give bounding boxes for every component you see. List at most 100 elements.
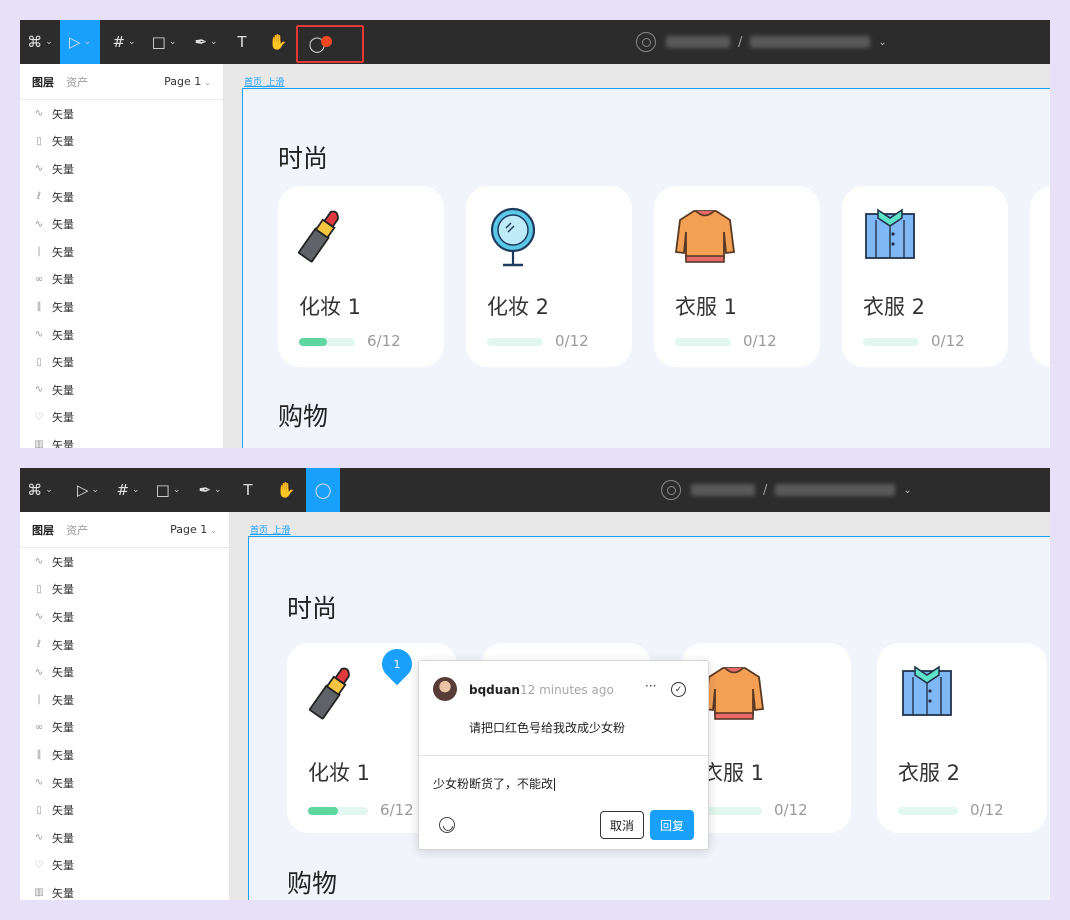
- pen-tool-button[interactable]: ✒ ⌄: [190, 468, 230, 512]
- progress-bar: [308, 807, 368, 815]
- comment-tool-button[interactable]: ◯: [296, 25, 364, 63]
- shape-tool-button[interactable]: □ ⌄: [148, 468, 188, 512]
- chevron-down-icon: ⌄: [204, 78, 211, 87]
- layer-item[interactable]: ∿ 矢量: [20, 824, 229, 852]
- tab-layers[interactable]: 图层: [32, 74, 54, 90]
- card-4[interactable]: 衣服 2 0/12: [842, 186, 1008, 367]
- frame-tool-button[interactable]: # ⌄: [110, 468, 146, 512]
- layer-item[interactable]: ∿ 矢量: [20, 376, 223, 404]
- vector-icon: ▥: [34, 439, 44, 448]
- progress-text: 0/12: [774, 801, 808, 819]
- hand-tool-button[interactable]: ✋: [260, 20, 296, 64]
- path-separator: /: [763, 482, 768, 498]
- layer-item[interactable]: ‖ 矢量: [20, 741, 229, 769]
- frame-label[interactable]: 首页_上滑: [250, 523, 291, 536]
- layer-item-label: 矢量: [52, 300, 74, 314]
- hand-tool-button[interactable]: ✋: [268, 468, 304, 512]
- layer-item[interactable]: ∿ 矢量: [20, 603, 229, 631]
- card-title: 化妆 2: [487, 295, 550, 319]
- card-1[interactable]: 化妆 1 6/12: [278, 186, 444, 367]
- card-title: 衣服 1: [702, 761, 765, 785]
- reply-button[interactable]: 回复: [650, 810, 694, 840]
- canvas[interactable]: 首页_上滑 时尚 购物 化妆 16/12化妆 20/12衣服 10/12衣服 2…: [224, 64, 1050, 448]
- layer-item[interactable]: ∿ 矢量: [20, 769, 229, 797]
- chevron-down-icon: ⌄: [91, 485, 100, 495]
- layer-item[interactable]: ▯ 矢量: [20, 128, 223, 156]
- path-separator: /: [738, 34, 743, 50]
- layer-item-label: 矢量: [52, 555, 74, 569]
- figma-menu-button[interactable]: ⌘ ⌄: [20, 20, 60, 64]
- layer-item[interactable]: ‖ 矢量: [20, 293, 223, 321]
- text-tool-button[interactable]: T: [234, 468, 262, 512]
- card-4[interactable]: 衣服 2 0/12: [877, 643, 1047, 833]
- layer-item-label: 矢量: [52, 162, 74, 176]
- section-title-shopping: 购物: [287, 869, 338, 898]
- layer-item[interactable]: | 矢量: [20, 686, 229, 714]
- tab-assets[interactable]: 资产: [66, 74, 88, 90]
- layer-item-label: 矢量: [52, 638, 74, 652]
- layer-item-label: 矢量: [52, 107, 74, 121]
- frame-tool-icon: #: [112, 33, 126, 51]
- reply-input[interactable]: 少女粉断货了，不能改: [433, 775, 556, 792]
- tab-layers[interactable]: 图层: [32, 522, 54, 538]
- chevron-down-icon: ⌄: [172, 485, 181, 495]
- screenshot-top: ⌘ ⌄ ▷ ⌄ # ⌄ □ ⌄ ✒ ⌄ T ✋ ◯ / ⌄ 图层 资产 Page…: [20, 20, 1050, 448]
- resolve-icon[interactable]: ✓: [671, 682, 686, 697]
- layer-item[interactable]: ▥ 矢量: [20, 431, 223, 448]
- progress-text: 0/12: [555, 332, 589, 350]
- move-tool-icon: ▷: [68, 33, 81, 51]
- frame-tool-button[interactable]: # ⌄: [106, 20, 142, 64]
- layer-item[interactable]: ▯ 矢量: [20, 796, 229, 824]
- card-partial[interactable]: [1030, 186, 1050, 367]
- comment-pin[interactable]: 1: [375, 642, 419, 686]
- layer-item[interactable]: | 矢量: [20, 238, 223, 266]
- layer-item[interactable]: ∿ 矢量: [20, 321, 223, 349]
- section-title-fashion: 时尚: [278, 144, 329, 173]
- text-tool-button[interactable]: T: [228, 20, 256, 64]
- layer-item[interactable]: ▯ 矢量: [20, 576, 229, 604]
- shape-tool-button[interactable]: □ ⌄: [144, 20, 184, 64]
- vector-icon: ∿: [34, 832, 44, 844]
- layer-item[interactable]: ∿ 矢量: [20, 155, 223, 183]
- layer-item[interactable]: ∞ 矢量: [20, 266, 223, 294]
- cancel-button[interactable]: 取消: [600, 811, 644, 839]
- layer-item[interactable]: ℓ 矢量: [20, 183, 223, 211]
- layer-item-label: 矢量: [52, 831, 74, 845]
- layer-item[interactable]: ▥ 矢量: [20, 879, 229, 900]
- comment-tool-button[interactable]: ◯: [306, 468, 340, 512]
- card-2[interactable]: 化妆 2 0/12: [466, 186, 632, 367]
- layer-item-label: 矢量: [52, 859, 74, 873]
- move-tool-button[interactable]: ▷ ⌄: [60, 20, 100, 64]
- move-tool-button[interactable]: ▷ ⌄: [68, 468, 108, 512]
- more-options-icon[interactable]: ···: [645, 679, 656, 693]
- emoji-icon[interactable]: [439, 817, 455, 833]
- progress-bar: [898, 807, 958, 815]
- card-3[interactable]: 衣服 1 0/12: [654, 186, 820, 367]
- page-selector[interactable]: Page 1 ⌄: [164, 75, 211, 88]
- shape-tool-icon: □: [155, 481, 170, 499]
- layer-item-label: 矢量: [52, 411, 74, 425]
- chevron-down-icon: ⌄: [132, 485, 140, 495]
- layer-item-label: 矢量: [52, 804, 74, 818]
- page-selector[interactable]: Page 1 ⌄: [170, 523, 217, 536]
- file-title[interactable]: / ⌄: [661, 468, 912, 512]
- layer-item-label: 矢量: [52, 190, 74, 204]
- figma-menu-button[interactable]: ⌘ ⌄: [20, 468, 60, 512]
- layer-item[interactable]: ▯ 矢量: [20, 348, 223, 376]
- pen-tool-button[interactable]: ✒ ⌄: [186, 20, 226, 64]
- reply-input-value: 少女粉断货了，不能改: [433, 777, 554, 791]
- tab-assets[interactable]: 资产: [66, 522, 88, 538]
- layer-item[interactable]: ∿ 矢量: [20, 100, 223, 128]
- layer-item-label: 矢量: [52, 776, 74, 790]
- layer-item[interactable]: ♡ 矢量: [20, 852, 229, 880]
- layer-item[interactable]: ♡ 矢量: [20, 404, 223, 432]
- layer-item[interactable]: ∿ 矢量: [20, 548, 229, 576]
- frame-home[interactable]: 时尚 购物 化妆 1 6/12 化妆 2 0/12 衣服 1 0/12 衣服 2 0/12: [242, 88, 1050, 448]
- layer-item[interactable]: ∞ 矢量: [20, 714, 229, 742]
- frame-label[interactable]: 首页_上滑: [244, 75, 285, 88]
- layer-item[interactable]: ∿ 矢量: [20, 210, 223, 238]
- layer-item[interactable]: ℓ 矢量: [20, 631, 229, 659]
- section-title-fashion: 时尚: [287, 594, 338, 623]
- file-title[interactable]: / ⌄: [636, 20, 887, 64]
- layer-item[interactable]: ∿ 矢量: [20, 658, 229, 686]
